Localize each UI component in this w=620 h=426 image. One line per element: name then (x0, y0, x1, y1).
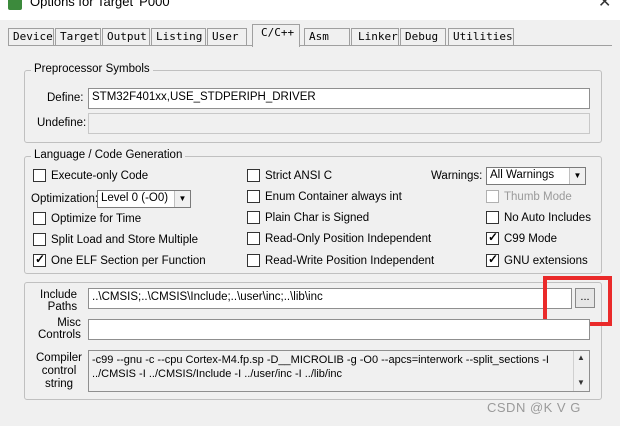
compiler-label-line-1: Compiler (36, 352, 83, 364)
plain-char-box[interactable] (247, 211, 260, 224)
misc-controls-input[interactable] (88, 319, 590, 340)
thumb-mode-box (486, 190, 499, 203)
gnu-extensions-label: GNU extensions (504, 254, 588, 267)
tab-debug[interactable]: Debug (400, 28, 446, 46)
scroll-down-icon[interactable]: ▼ (577, 378, 585, 387)
tab-panel-border (8, 45, 612, 46)
thumb-mode-label: Thumb Mode (504, 190, 572, 203)
warnings-value: All Warnings (490, 169, 555, 181)
plain-char-label: Plain Char is Signed (265, 211, 370, 224)
execute-only-box[interactable] (33, 169, 46, 182)
split-load-checkbox[interactable]: Split Load and Store Multiple (33, 233, 198, 246)
rw-pos-checkbox[interactable]: Read-Write Position Independent (247, 254, 434, 267)
optimize-time-label: Optimize for Time (51, 212, 142, 225)
c99-mode-checkbox[interactable]: C99 Mode (486, 230, 558, 245)
chevron-down-icon[interactable]: ▼ (174, 191, 190, 207)
tab-bar: Device Target Output Listing User C/C++ … (8, 24, 612, 47)
optimization-label: Optimization: (31, 193, 99, 205)
tab-output[interactable]: Output (102, 28, 150, 46)
one-elf-label: One ELF Section per Function (51, 254, 206, 267)
close-icon[interactable]: ✕ (598, 0, 611, 12)
tab-linker[interactable]: Linker (351, 28, 399, 46)
title-bar: Options for Target 'P000' ✕ (0, 0, 620, 20)
watermark: CSDN @K V G (487, 400, 581, 415)
execute-only-label: Execute-only Code (51, 169, 149, 182)
compiler-control-string[interactable]: -c99 --gnu -c --cpu Cortex-M4.fp.sp -D__… (88, 350, 590, 392)
no-auto-includes-checkbox[interactable]: No Auto Includes (486, 211, 591, 224)
optimize-time-checkbox[interactable]: Optimize for Time (33, 212, 141, 225)
gnu-extensions-checkbox[interactable]: GNU extensions (486, 252, 588, 267)
enum-container-checkbox[interactable]: Enum Container always int (247, 190, 402, 203)
chevron-down-icon[interactable]: ▼ (569, 168, 585, 184)
define-label: Define: (47, 92, 84, 104)
tab-device[interactable]: Device (8, 28, 54, 46)
optimization-value: Level 0 (-O0) (101, 192, 169, 204)
enum-container-box[interactable] (247, 190, 260, 203)
misc-label-line-1: Misc (57, 317, 81, 329)
include-label-line-2: Paths (47, 301, 78, 313)
tab-listing[interactable]: Listing (151, 28, 206, 46)
rw-pos-box[interactable] (247, 254, 260, 267)
c99-mode-label: C99 Mode (504, 232, 558, 245)
undefine-label: Undefine: (37, 117, 87, 129)
gnu-extensions-box[interactable] (486, 252, 499, 267)
thumb-mode-checkbox: Thumb Mode (486, 190, 572, 203)
tab-asm[interactable]: Asm (304, 28, 350, 46)
split-load-label: Split Load and Store Multiple (51, 233, 199, 246)
language-title: Language / Code Generation (31, 149, 186, 161)
tab-utilities[interactable]: Utilities (448, 28, 514, 46)
scroll-up-icon[interactable]: ▲ (577, 353, 585, 362)
optimize-time-box[interactable] (33, 212, 46, 225)
optimization-select[interactable]: Level 0 (-O0) ▼ (97, 190, 191, 208)
no-auto-includes-box[interactable] (486, 211, 499, 224)
include-paths-input[interactable]: ..\CMSIS;..\CMSIS\Include;..\user\inc;..… (88, 288, 572, 309)
undefine-input[interactable] (88, 113, 590, 134)
define-input[interactable]: STM32F401xx,USE_STDPERIPH_DRIVER (88, 88, 590, 109)
ro-pos-label: Read-Only Position Independent (265, 232, 432, 245)
enum-container-label: Enum Container always int (265, 190, 402, 203)
compiler-scrollbar[interactable]: ▲ ▼ (573, 351, 589, 391)
strict-ansi-checkbox[interactable]: Strict ANSI C (247, 169, 332, 182)
warnings-label: Warnings: (431, 170, 483, 182)
tab-target[interactable]: Target (55, 28, 101, 46)
one-elf-box[interactable] (33, 252, 46, 267)
include-label-line-1: Include (40, 289, 78, 301)
rw-pos-label: Read-Write Position Independent (265, 254, 435, 267)
tab-c-cpp[interactable]: C/C++ (252, 24, 300, 47)
compiler-line-1: -c99 --gnu -c --cpu Cortex-M4.fp.sp -D__… (92, 354, 549, 366)
tab-user[interactable]: User (207, 28, 247, 46)
strict-ansi-box[interactable] (247, 169, 260, 182)
compiler-line-2: ../CMSIS -I ../CMSIS/Include -I ../user/… (92, 368, 343, 380)
c99-mode-box[interactable] (486, 230, 499, 245)
one-elf-checkbox[interactable]: One ELF Section per Function (33, 252, 206, 267)
execute-only-checkbox[interactable]: Execute-only Code (33, 169, 148, 182)
compiler-label-line-2: control (41, 365, 77, 377)
keil-app-icon (8, 0, 22, 10)
misc-controls-label: Misc Controls (38, 317, 81, 341)
ro-pos-box[interactable] (247, 232, 260, 245)
compiler-control-label: Compiler control string (36, 352, 82, 391)
window-title: Options for Target 'P000' (30, 0, 173, 9)
warnings-select[interactable]: All Warnings ▼ (486, 167, 586, 185)
strict-ansi-label: Strict ANSI C (265, 169, 333, 182)
misc-label-line-2: Controls (38, 329, 81, 341)
include-paths-label: Include Paths (40, 289, 77, 313)
preprocessor-title: Preprocessor Symbols (31, 63, 153, 75)
ro-pos-checkbox[interactable]: Read-Only Position Independent (247, 232, 431, 245)
no-auto-includes-label: No Auto Includes (504, 211, 591, 224)
compiler-label-line-3: string (44, 378, 74, 390)
plain-char-checkbox[interactable]: Plain Char is Signed (247, 211, 369, 224)
split-load-box[interactable] (33, 233, 46, 246)
